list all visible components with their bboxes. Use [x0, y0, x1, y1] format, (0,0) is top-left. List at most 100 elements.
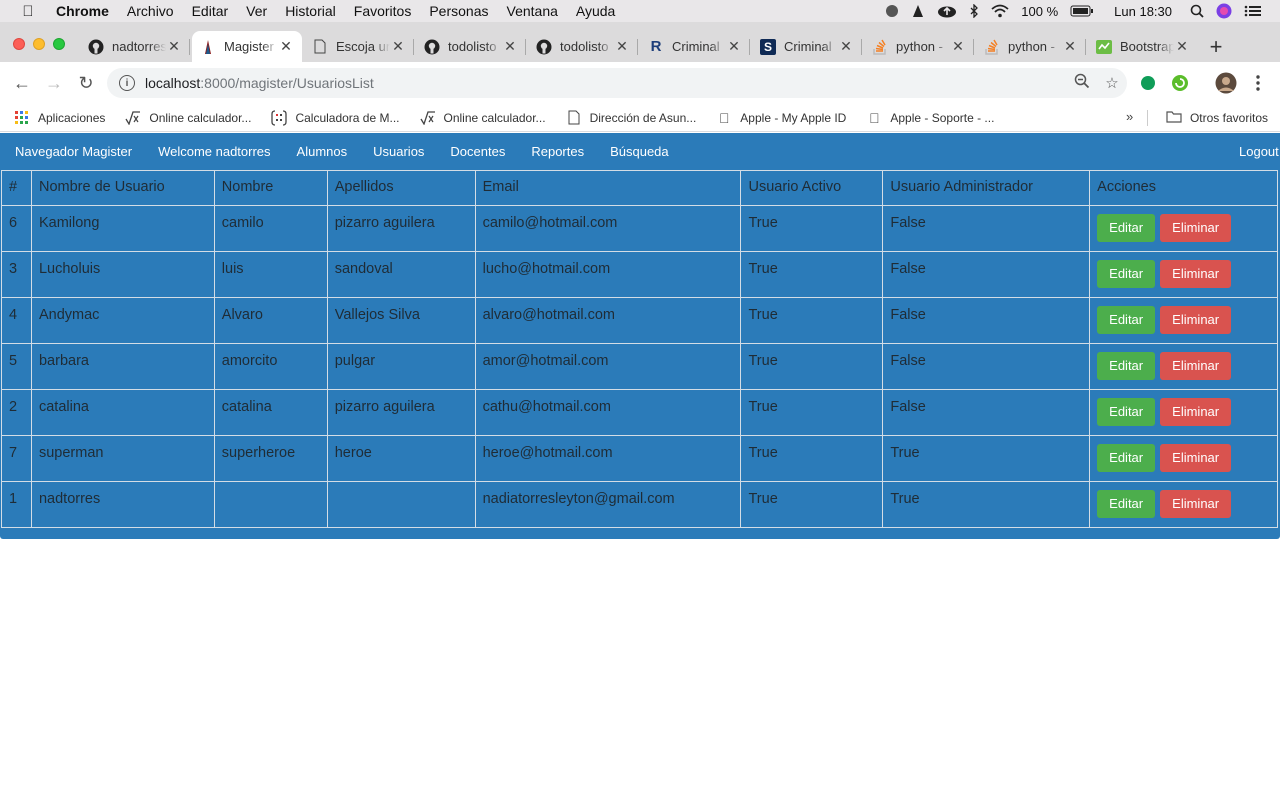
column-header-actions: Acciones — [1089, 170, 1278, 206]
tab-escoja[interactable]: Escoja un ✕ — [304, 31, 414, 62]
edit-button[interactable]: Editar — [1097, 352, 1156, 380]
spotlight-search-icon[interactable] — [1184, 4, 1210, 18]
navbar-brand[interactable]: Navegador Magister — [0, 144, 145, 159]
delete-button[interactable]: Eliminar — [1160, 260, 1232, 288]
close-tab-icon[interactable]: ✕ — [278, 38, 294, 55]
bookmark-calculadora[interactable]: Calculadora de M... — [271, 109, 400, 126]
tab-magister[interactable]: Magister ✕ — [192, 31, 302, 62]
delete-button[interactable]: Eliminar — [1160, 444, 1232, 472]
menu-ayuda[interactable]: Ayuda — [567, 3, 624, 19]
bookmark-online-calculador-1[interactable]: Online calculador... — [125, 110, 251, 126]
menu-app-name[interactable]: Chrome — [56, 3, 118, 19]
tab-python-2[interactable]: python - ✕ — [976, 31, 1086, 62]
new-tab-button[interactable]: + — [1204, 36, 1228, 60]
extension-refresh-icon[interactable] — [1169, 72, 1191, 94]
menu-personas[interactable]: Personas — [420, 3, 497, 19]
document-icon — [312, 39, 328, 55]
nav-logout[interactable]: Logout — [1239, 144, 1280, 159]
close-tab-icon[interactable]: ✕ — [390, 38, 406, 55]
cloud-upload-icon[interactable] — [931, 4, 963, 18]
site-info-icon[interactable]: i — [119, 75, 135, 91]
menu-ventana[interactable]: Ventana — [498, 3, 567, 19]
reload-button[interactable]: ↻ — [73, 71, 99, 95]
cell-username: Lucholuis — [30, 251, 215, 298]
edit-button[interactable]: Editar — [1097, 444, 1156, 472]
zoom-out-icon[interactable] — [1067, 73, 1097, 93]
delete-button[interactable]: Eliminar — [1160, 306, 1232, 334]
close-tab-icon[interactable]: ✕ — [950, 38, 966, 55]
edit-button[interactable]: Editar — [1097, 306, 1156, 334]
vlc-icon[interactable] — [905, 4, 931, 18]
bookmark-direccion[interactable]: Dirección de Asun... — [566, 110, 696, 126]
chrome-menu-icon[interactable] — [1247, 72, 1269, 94]
browser-toolbar: ← → ↻ i localhost:8000/magister/Usuarios… — [0, 62, 1280, 104]
bookmark-apple-soporte[interactable]:  Apple - Soporte - ... — [866, 110, 994, 126]
nav-usuarios[interactable]: Usuarios — [360, 144, 437, 159]
notification-center-icon[interactable] — [1238, 4, 1268, 18]
bookmark-star-icon[interactable]: ☆ — [1097, 74, 1127, 92]
url-text[interactable]: localhost:8000/magister/UsuariosList — [145, 75, 1067, 91]
cell-actions: Editar Eliminar — [1089, 435, 1278, 482]
bookmark-other-favorites[interactable]: Otros favoritos — [1166, 104, 1268, 132]
delete-button[interactable]: Eliminar — [1160, 352, 1232, 380]
delete-button[interactable]: Eliminar — [1160, 214, 1232, 242]
tab-python-1[interactable]: python - ✕ — [864, 31, 974, 62]
more-bookmarks-chevron-icon[interactable]: » — [1126, 109, 1133, 124]
nav-alumnos[interactable]: Alumnos — [284, 144, 361, 159]
close-tab-icon[interactable]: ✕ — [726, 38, 742, 55]
battery-icon[interactable] — [1064, 5, 1100, 17]
tab-criminal-2[interactable]: S Criminal ✕ — [752, 31, 862, 62]
menu-favoritos[interactable]: Favoritos — [345, 3, 421, 19]
column-header-admin: Usuario Administrador — [882, 170, 1091, 206]
tab-nadtorres[interactable]: nadtorres ✕ — [80, 31, 190, 62]
bookmark-label: Calculadora de M... — [295, 110, 400, 125]
close-tab-icon[interactable]: ✕ — [1062, 38, 1078, 55]
close-window-button[interactable] — [13, 38, 25, 50]
wifi-icon[interactable] — [985, 4, 1015, 18]
close-tab-icon[interactable]: ✕ — [1174, 38, 1190, 55]
edit-button[interactable]: Editar — [1097, 490, 1156, 518]
nav-busqueda[interactable]: Búsqueda — [597, 144, 682, 159]
edit-button[interactable]: Editar — [1097, 214, 1156, 242]
bookmark-online-calculador-2[interactable]: Online calculador... — [419, 110, 546, 126]
delete-button[interactable]: Eliminar — [1160, 490, 1232, 518]
forward-button[interactable]: → — [41, 71, 67, 95]
menu-ver[interactable]: Ver — [237, 3, 276, 19]
menu-archivo[interactable]: Archivo — [118, 3, 183, 19]
apple-menu-icon[interactable]:  — [0, 3, 56, 20]
address-bar[interactable]: i localhost:8000/magister/UsuariosList ☆ — [107, 68, 1127, 98]
bookmark-aplicaciones[interactable]: Aplicaciones — [14, 110, 105, 126]
minimize-window-button[interactable] — [33, 38, 45, 50]
cell-actions: Editar Eliminar — [1089, 251, 1278, 298]
tab-title: python - — [896, 39, 943, 54]
profile-avatar[interactable] — [1215, 72, 1237, 94]
bookmark-apple-id[interactable]:  Apple - My Apple ID — [716, 110, 846, 126]
close-tab-icon[interactable]: ✕ — [838, 38, 854, 55]
delete-button[interactable]: Eliminar — [1160, 398, 1232, 426]
nav-welcome[interactable]: Welcome nadtorres — [145, 144, 283, 159]
github-icon — [424, 39, 440, 55]
zoom-window-button[interactable] — [53, 38, 65, 50]
tab-todolisto-1[interactable]: todolisto ✕ — [416, 31, 526, 62]
status-circle-icon[interactable] — [879, 4, 905, 18]
menu-historial[interactable]: Historial — [276, 3, 345, 19]
edit-button[interactable]: Editar — [1097, 398, 1156, 426]
edit-button[interactable]: Editar — [1097, 260, 1156, 288]
nav-reportes[interactable]: Reportes — [518, 144, 597, 159]
siri-icon[interactable] — [1210, 3, 1238, 19]
tab-title: todolisto — [448, 39, 497, 54]
nav-docentes[interactable]: Docentes — [437, 144, 518, 159]
tab-criminal-1[interactable]: R Criminal ✕ — [640, 31, 750, 62]
close-tab-icon[interactable]: ✕ — [614, 38, 630, 55]
bluetooth-icon[interactable] — [963, 4, 985, 18]
column-header-active: Usuario Activo — [740, 170, 884, 206]
tab-bootstrap[interactable]: Bootstrap ✕ — [1088, 31, 1198, 62]
menu-editar[interactable]: Editar — [183, 3, 238, 19]
back-button[interactable]: ← — [9, 71, 35, 95]
clock[interactable]: Lun 18:30 — [1100, 4, 1184, 19]
tab-todolisto-2[interactable]: todolisto ✕ — [528, 31, 638, 62]
close-tab-icon[interactable]: ✕ — [166, 38, 182, 55]
bookmark-label: Otros favoritos — [1189, 111, 1268, 125]
extension-green-icon[interactable] — [1137, 72, 1159, 94]
close-tab-icon[interactable]: ✕ — [502, 38, 518, 55]
